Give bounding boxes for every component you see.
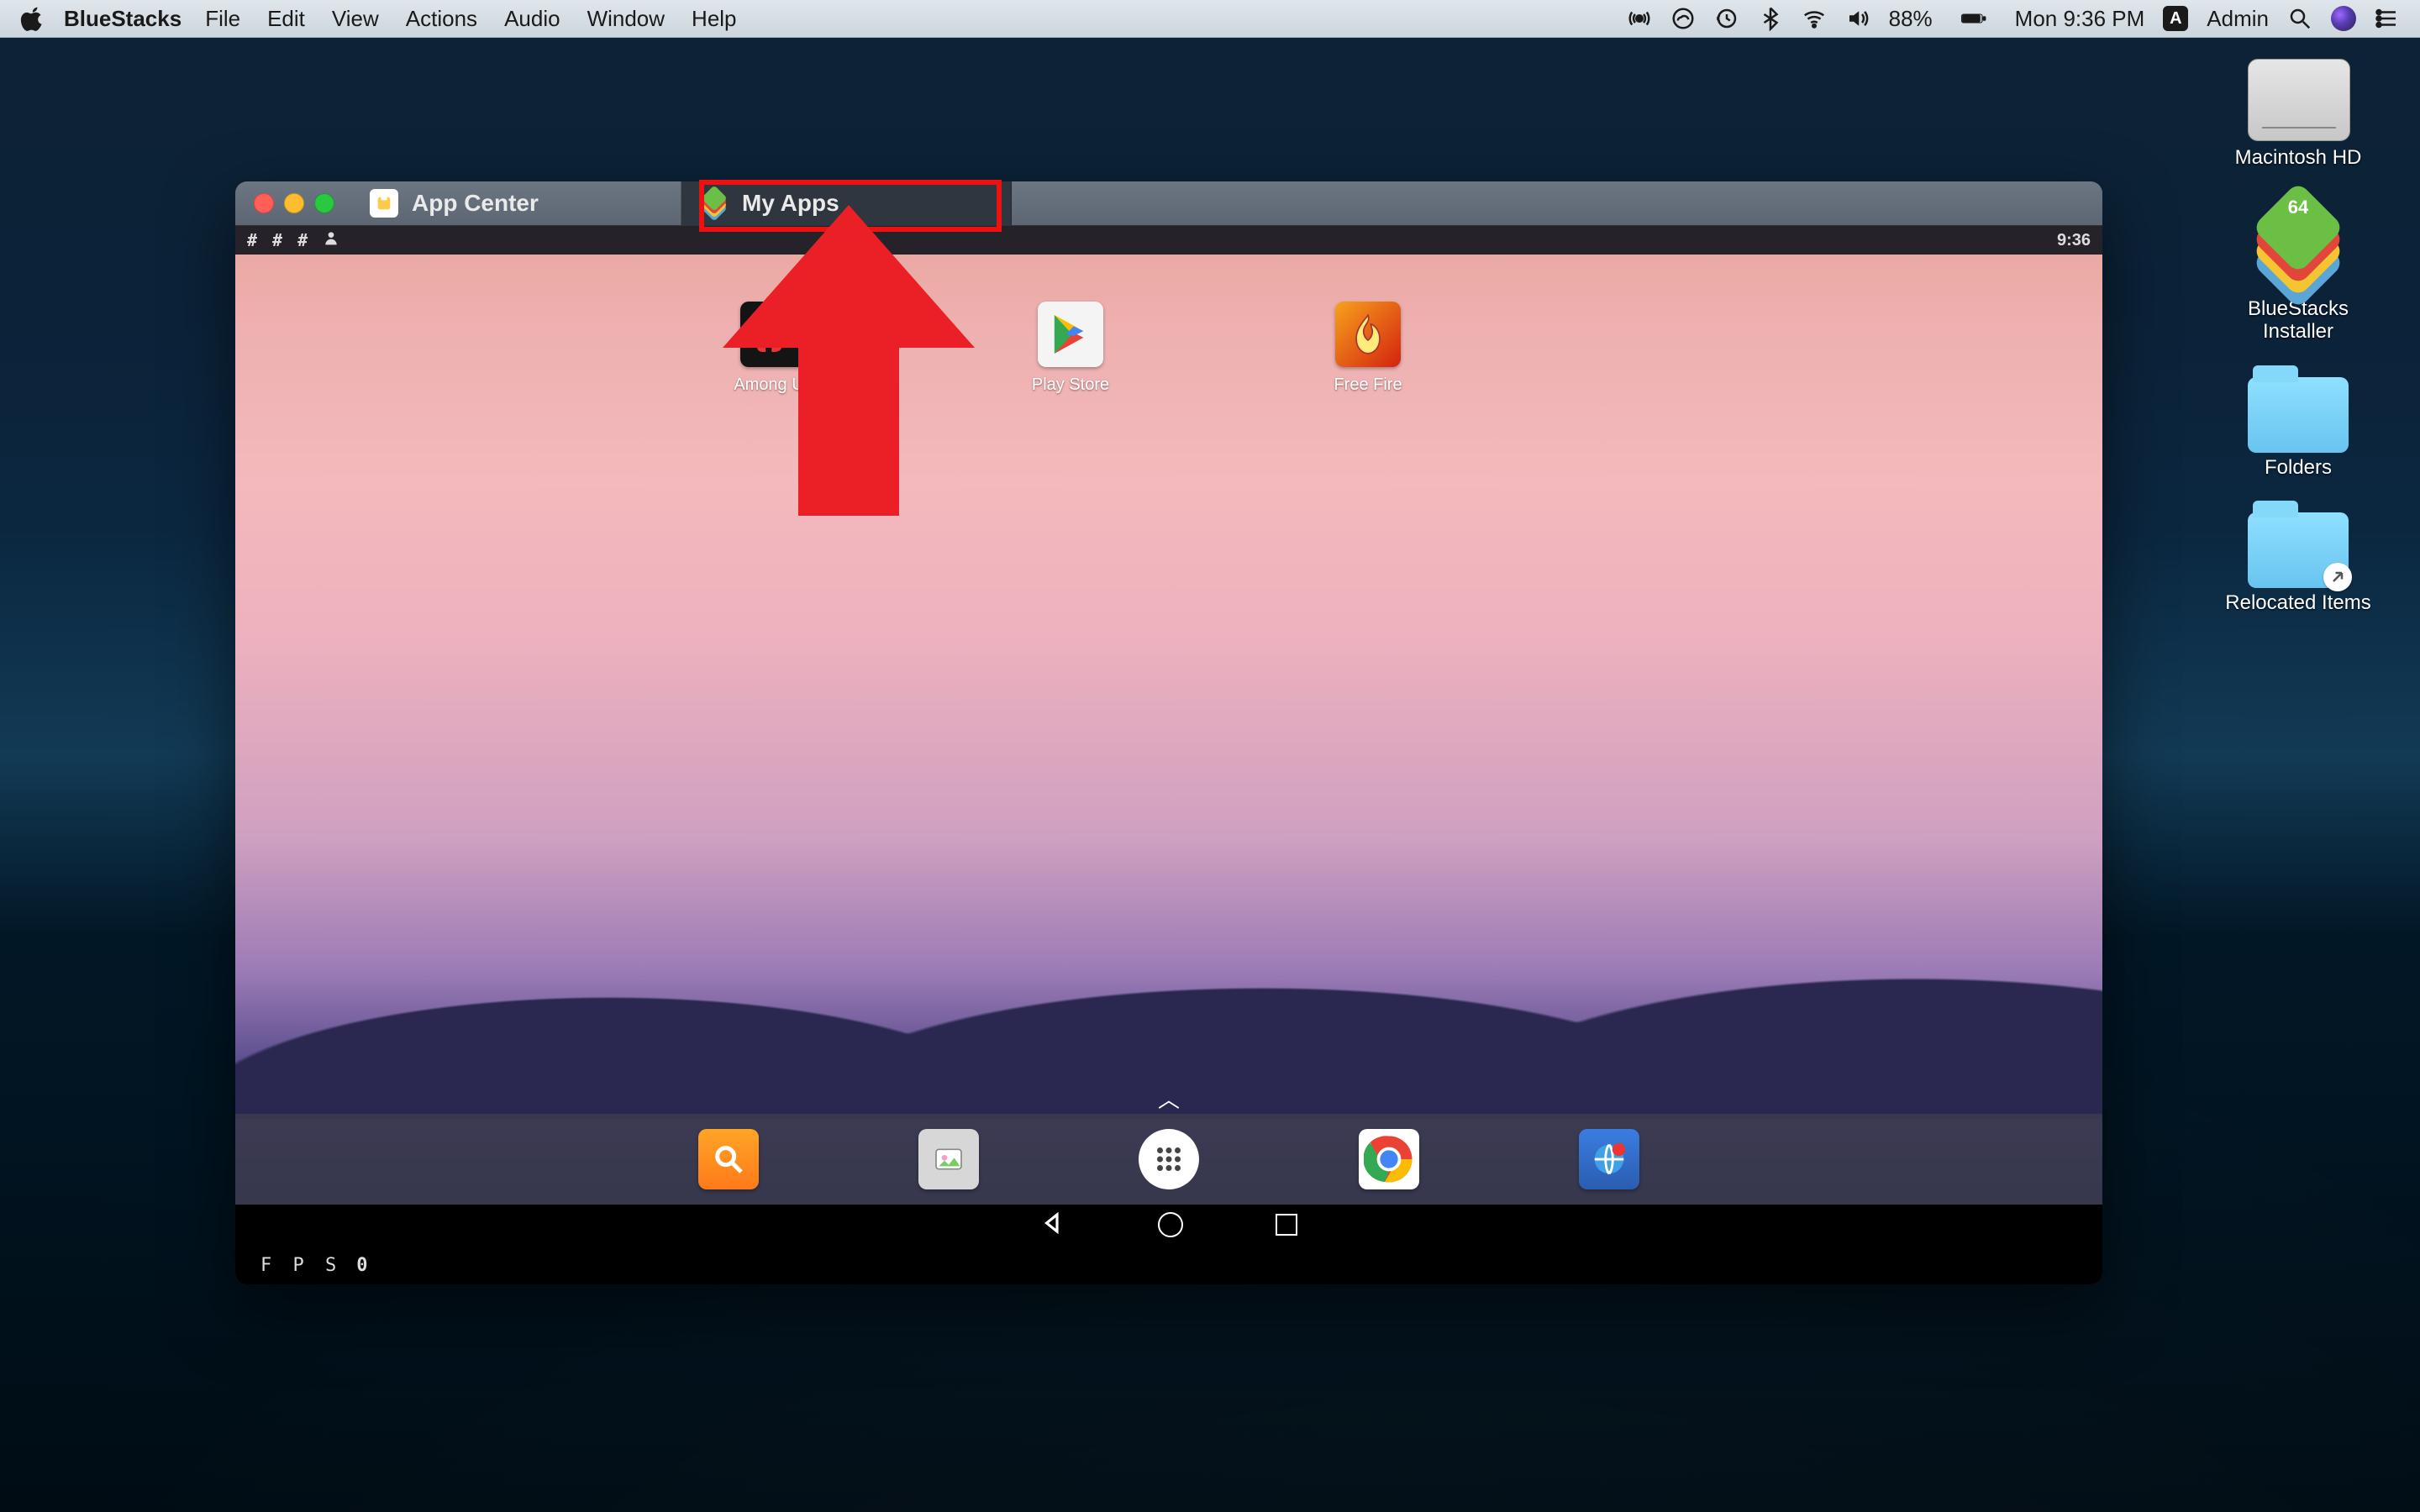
nav-back-button[interactable]	[1040, 1210, 1065, 1240]
app-center-icon	[370, 189, 398, 218]
status-hash-icon: #	[297, 230, 308, 250]
nav-home-button[interactable]	[1158, 1212, 1183, 1237]
dock-search-app[interactable]	[698, 1129, 759, 1189]
siri-icon[interactable]	[2331, 6, 2356, 31]
disk-icon	[2248, 59, 2350, 141]
shortcut-arrow-icon	[2323, 563, 2352, 591]
bluestacks-logo-icon: 64	[2252, 202, 2344, 286]
bluestacks-window: App Center My Apps # # # 9:36	[235, 181, 2102, 1284]
dock-app-drawer[interactable]	[1139, 1129, 1199, 1189]
desktop-icon-label: Relocated Items	[2225, 591, 2370, 615]
android-dock	[235, 1114, 2102, 1205]
folder-icon	[2248, 377, 2349, 453]
tab-app-center[interactable]: App Center	[351, 181, 681, 225]
control-center-icon[interactable]	[2375, 6, 2400, 31]
menu-edit[interactable]: Edit	[267, 6, 305, 32]
battery-icon[interactable]	[1951, 6, 1996, 31]
airdrop-icon[interactable]	[1627, 6, 1652, 31]
home-screen-apps: Among Us Play Store Free Fire	[235, 302, 2102, 395]
desktop-icon-label: Folders	[2265, 456, 2332, 480]
window-zoom-button[interactable]	[314, 193, 334, 213]
menu-audio[interactable]: Audio	[504, 6, 560, 32]
app-label: Free Fire	[1334, 375, 1402, 395]
wifi-icon[interactable]	[1802, 6, 1827, 31]
window-titlebar[interactable]: App Center My Apps	[235, 181, 2102, 226]
menu-view[interactable]: View	[332, 6, 379, 32]
menubar-app-name[interactable]: BlueStacks	[64, 6, 182, 32]
dock-browser-app[interactable]	[1579, 1129, 1639, 1189]
window-minimize-button[interactable]	[284, 193, 304, 213]
android-clock: 9:36	[2057, 231, 2091, 250]
menu-actions[interactable]: Actions	[406, 6, 477, 32]
dock-handle-icon[interactable]: ︿	[1158, 1083, 1180, 1114]
nav-recents-button[interactable]	[1276, 1214, 1297, 1236]
status-hash-icon: #	[272, 230, 282, 250]
dock-gallery-app[interactable]	[918, 1129, 979, 1189]
fps-value: 0	[356, 1255, 369, 1276]
window-traffic-lights	[235, 181, 351, 225]
menu-help[interactable]: Help	[692, 6, 736, 32]
desktop-icons: Macintosh HD 64 BlueStacks Installer Fol…	[2202, 59, 2395, 615]
window-close-button[interactable]	[254, 193, 274, 213]
fps-bar: F P S 0	[235, 1245, 2102, 1284]
time-machine-icon[interactable]	[1714, 6, 1739, 31]
folder-icon	[2248, 512, 2349, 588]
bluetooth-icon[interactable]	[1758, 6, 1783, 31]
annotation-arrow-icon	[706, 205, 992, 524]
battery-percentage[interactable]: 88%	[1889, 6, 1933, 32]
macos-menubar: BlueStacks File Edit View Actions Audio …	[0, 0, 2420, 38]
android-status-bar[interactable]: # # # 9:36	[235, 226, 2102, 255]
free-fire-icon	[1335, 302, 1401, 367]
desktop-icon-folders[interactable]: Folders	[2202, 367, 2395, 480]
dock-chrome-app[interactable]	[1359, 1129, 1419, 1189]
app-label: Play Store	[1032, 375, 1109, 395]
volume-icon[interactable]	[1845, 6, 1870, 31]
fps-label: F P S	[260, 1255, 341, 1276]
installer-badge: 64	[2288, 197, 2308, 218]
desktop-icon-bluestacks-installer[interactable]: 64 BlueStacks Installer	[2202, 193, 2395, 344]
menu-file[interactable]: File	[205, 6, 240, 32]
android-emulator-area[interactable]: # # # 9:36 Among Us	[235, 226, 2102, 1245]
creative-cloud-icon[interactable]	[1670, 6, 1696, 31]
play-store-icon	[1038, 302, 1103, 367]
desktop-icon-label: Macintosh HD	[2235, 146, 2362, 170]
status-hash-icon: #	[247, 230, 257, 250]
menu-window[interactable]: Window	[587, 6, 665, 32]
desktop-icon-macintosh-hd[interactable]: Macintosh HD	[2202, 59, 2395, 170]
android-nav-bar	[235, 1205, 2102, 1245]
admin-badge-icon[interactable]: A	[2163, 6, 2188, 31]
tab-label: App Center	[412, 190, 539, 217]
menubar-clock[interactable]: Mon 9:36 PM	[2015, 6, 2145, 32]
app-play-store[interactable]: Play Store	[1020, 302, 1121, 395]
menubar-user[interactable]: Admin	[2207, 6, 2269, 32]
apple-menu-icon[interactable]	[20, 6, 45, 31]
status-user-icon	[323, 229, 339, 251]
app-free-fire[interactable]: Free Fire	[1318, 302, 1418, 395]
desktop-icon-relocated-items[interactable]: Relocated Items	[2202, 502, 2395, 615]
spotlight-icon[interactable]	[2287, 6, 2312, 31]
